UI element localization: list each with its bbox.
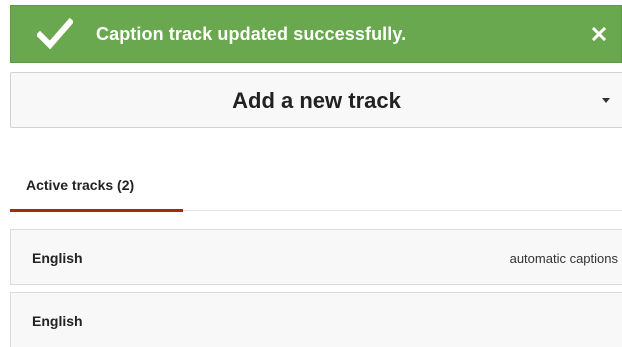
track-tabs: Active tracks (2) xyxy=(10,160,622,212)
active-tab-indicator xyxy=(10,209,183,212)
track-row[interactable]: English automatic captions xyxy=(10,229,622,285)
track-language: English xyxy=(32,250,83,266)
add-new-track-label: Add a new track xyxy=(232,88,401,113)
success-message: Caption track updated successfully. xyxy=(96,24,407,44)
track-language: English xyxy=(32,313,83,329)
close-icon xyxy=(592,27,606,41)
track-row[interactable]: English xyxy=(10,292,622,347)
success-banner: Caption track updated successfully. xyxy=(10,5,622,63)
close-banner-button[interactable] xyxy=(584,19,614,49)
tab-active-tracks[interactable]: Active tracks (2) xyxy=(10,160,183,212)
caption-tracks-panel: Caption track updated successfully. Add … xyxy=(0,0,622,347)
track-type: automatic captions xyxy=(509,251,618,266)
caret-down-icon xyxy=(602,98,610,103)
checkmark-icon xyxy=(37,18,73,50)
add-new-track-button[interactable]: Add a new track xyxy=(10,72,622,128)
tab-active-tracks-label: Active tracks (2) xyxy=(26,177,135,193)
